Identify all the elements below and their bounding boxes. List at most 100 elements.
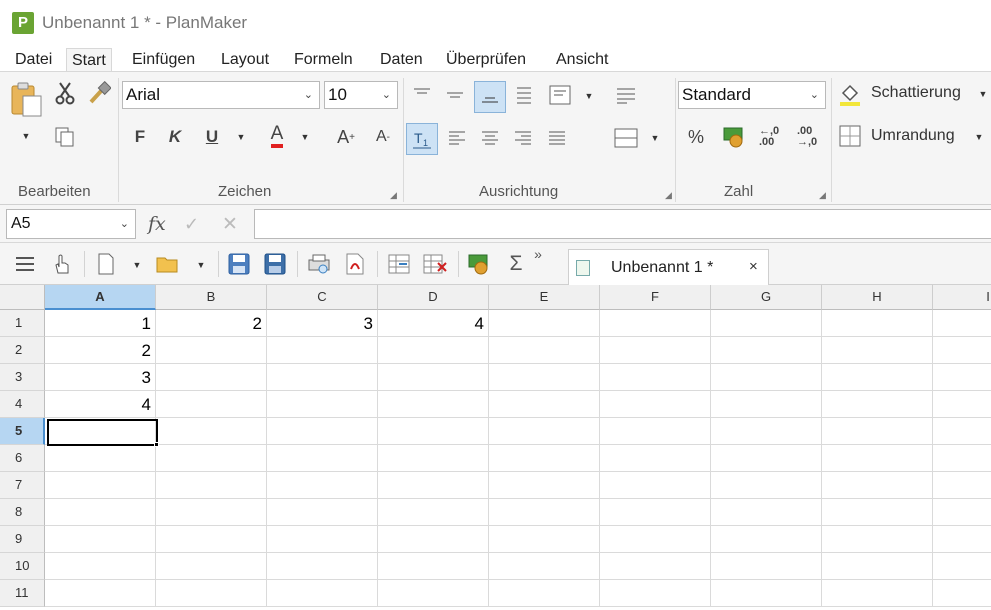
cell-c6[interactable]: [267, 445, 378, 472]
cell-e8[interactable]: [489, 499, 600, 526]
cell-i1[interactable]: [933, 310, 991, 337]
italic-button[interactable]: K: [163, 124, 187, 150]
paste-options-chevron-down-icon[interactable]: ▼: [21, 130, 31, 142]
select-all-corner[interactable]: [0, 285, 45, 310]
cell-b7[interactable]: [156, 472, 267, 499]
cell-h5[interactable]: [822, 418, 933, 445]
tab-daten[interactable]: Daten: [375, 48, 428, 72]
column-header-f[interactable]: F: [600, 285, 711, 310]
cell-f10[interactable]: [600, 553, 711, 580]
spreadsheet-grid[interactable]: A B C D E F G H I 1 1 2 3 4 2 2 3 3 4 4 5 6 7 8 9 10 11: [0, 285, 991, 610]
cell-b1[interactable]: 2: [156, 310, 267, 337]
cell-d1[interactable]: 4: [378, 310, 489, 337]
cell-a11[interactable]: [45, 580, 156, 607]
toolbar-overflow-icon[interactable]: »: [530, 245, 546, 263]
border-button[interactable]: [836, 122, 864, 150]
cell-i10[interactable]: [933, 553, 991, 580]
row-header-5[interactable]: 5: [0, 418, 45, 445]
cell-a2[interactable]: 2: [45, 337, 156, 364]
merge-cells-button[interactable]: [612, 125, 640, 151]
align-left-button[interactable]: [444, 125, 470, 151]
cell-c3[interactable]: [267, 364, 378, 391]
ausrichtung-dialog-launcher-icon[interactable]: ◢: [665, 191, 673, 200]
cell-g9[interactable]: [711, 526, 822, 553]
tab-formeln[interactable]: Formeln: [289, 48, 358, 72]
print-preview-icon[interactable]: [306, 251, 332, 277]
cell-c7[interactable]: [267, 472, 378, 499]
cell-h3[interactable]: [822, 364, 933, 391]
column-header-g[interactable]: G: [711, 285, 822, 310]
align-bottom-button[interactable]: [474, 81, 506, 113]
cell-g5[interactable]: [711, 418, 822, 445]
row-header-11[interactable]: 11: [0, 580, 45, 607]
cell-b9[interactable]: [156, 526, 267, 553]
save-as-icon[interactable]: [262, 251, 288, 277]
cell-e10[interactable]: [489, 553, 600, 580]
cell-e2[interactable]: [489, 337, 600, 364]
font-color-options-chevron-down-icon[interactable]: ▼: [300, 131, 310, 143]
tab-start[interactable]: Start: [66, 48, 112, 72]
cell-b5[interactable]: [156, 418, 267, 445]
cell-e6[interactable]: [489, 445, 600, 472]
delete-cells-icon[interactable]: [422, 251, 448, 277]
active-cell-cursor[interactable]: [47, 419, 158, 446]
column-header-b[interactable]: B: [156, 285, 267, 310]
align-middle-button[interactable]: [441, 81, 469, 109]
row-header-9[interactable]: 9: [0, 526, 45, 553]
shading-chevron-down-icon[interactable]: ▼: [978, 88, 988, 100]
tab-ansicht[interactable]: Ansicht: [551, 48, 613, 72]
fill-handle[interactable]: [154, 442, 159, 447]
row-header-6[interactable]: 6: [0, 445, 45, 472]
column-header-d[interactable]: D: [378, 285, 489, 310]
cell-f11[interactable]: [600, 580, 711, 607]
export-pdf-icon[interactable]: [342, 251, 368, 277]
cell-f1[interactable]: [600, 310, 711, 337]
cell-i3[interactable]: [933, 364, 991, 391]
cell-h6[interactable]: [822, 445, 933, 472]
cancel-x-icon[interactable]: ✕: [222, 213, 238, 236]
cell-f5[interactable]: [600, 418, 711, 445]
cell-b8[interactable]: [156, 499, 267, 526]
underline-button[interactable]: U: [200, 124, 224, 150]
zahl-dialog-launcher-icon[interactable]: ◢: [819, 191, 827, 200]
open-folder-chevron-down-icon[interactable]: ▼: [196, 259, 206, 271]
align-top-button[interactable]: [408, 81, 436, 109]
cell-a8[interactable]: [45, 499, 156, 526]
zeichen-dialog-launcher-icon[interactable]: ◢: [390, 191, 398, 200]
cell-c9[interactable]: [267, 526, 378, 553]
font-color-button[interactable]: A: [264, 122, 290, 150]
cell-a6[interactable]: [45, 445, 156, 472]
column-header-h[interactable]: H: [822, 285, 933, 310]
cell-d9[interactable]: [378, 526, 489, 553]
cell-e3[interactable]: [489, 364, 600, 391]
cell-d6[interactable]: [378, 445, 489, 472]
row-header-4[interactable]: 4: [0, 391, 45, 418]
grow-font-button[interactable]: A +: [333, 124, 359, 150]
cell-g11[interactable]: [711, 580, 822, 607]
cell-d5[interactable]: [378, 418, 489, 445]
tab-ueberpruefen[interactable]: Überprüfen: [441, 48, 531, 72]
cell-a7[interactable]: [45, 472, 156, 499]
row-header-8[interactable]: 8: [0, 499, 45, 526]
cell-e1[interactable]: [489, 310, 600, 337]
cell-a10[interactable]: [45, 553, 156, 580]
row-header-10[interactable]: 10: [0, 553, 45, 580]
align-right-button[interactable]: [510, 125, 536, 151]
cell-a9[interactable]: [45, 526, 156, 553]
cell-i2[interactable]: [933, 337, 991, 364]
wrap-text-button[interactable]: [612, 81, 640, 109]
justify-vertical-button[interactable]: [510, 81, 538, 109]
text-orientation-chevron-down-icon[interactable]: ▼: [584, 90, 594, 102]
copy-button[interactable]: [52, 124, 78, 150]
cell-g10[interactable]: [711, 553, 822, 580]
cell-d10[interactable]: [378, 553, 489, 580]
cell-h4[interactable]: [822, 391, 933, 418]
close-tab-icon[interactable]: ×: [749, 258, 758, 275]
tab-layout[interactable]: Layout: [216, 48, 274, 72]
cell-f7[interactable]: [600, 472, 711, 499]
row-header-7[interactable]: 7: [0, 472, 45, 499]
new-document-icon[interactable]: [93, 251, 119, 277]
cell-g4[interactable]: [711, 391, 822, 418]
touch-mode-hand-icon[interactable]: [48, 251, 74, 277]
cell-f3[interactable]: [600, 364, 711, 391]
